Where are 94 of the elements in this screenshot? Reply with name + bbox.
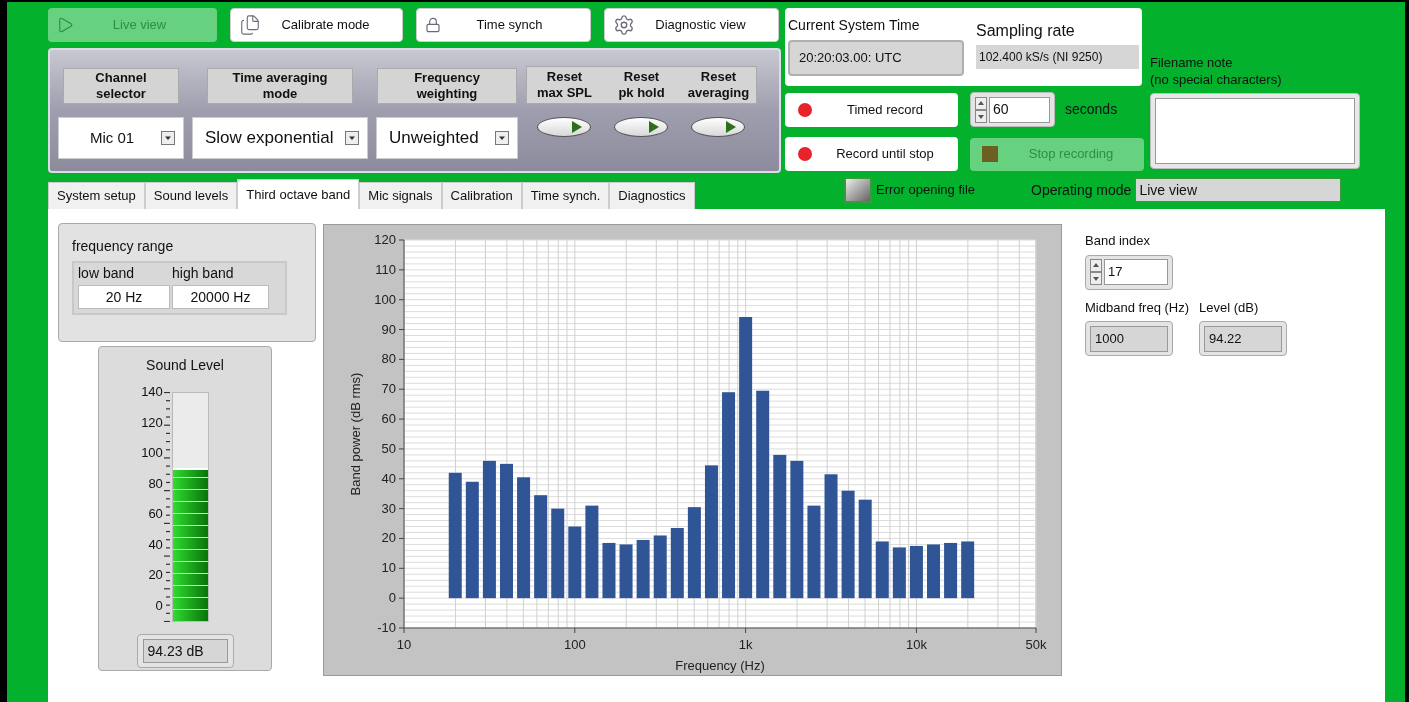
- reset-label: Reset pk hold: [618, 68, 665, 102]
- y-tick-label: 50: [381, 440, 396, 456]
- selector-dropdown[interactable]: Unweighted: [376, 117, 518, 159]
- x-tick-label: 10k: [905, 637, 927, 652]
- selector-label: Channel selector: [63, 68, 179, 104]
- level-reading: 94.23 dB: [142, 639, 228, 663]
- readout-value: 1000: [1090, 325, 1168, 352]
- reset-button[interactable]: [536, 117, 591, 137]
- reset-label: Reset averaging: [687, 68, 750, 102]
- operating-mode-display: Live view: [1135, 178, 1342, 202]
- selector-label: Time averaging mode: [207, 68, 353, 104]
- field-label: low band: [78, 264, 136, 283]
- system-time-display: 20:20:03.00: UTC: [788, 40, 964, 76]
- field-label: Operating mode: [1031, 180, 1132, 200]
- scale-label: 140: [141, 384, 163, 400]
- readout-value: 94.22: [1204, 325, 1283, 352]
- y-tick-label: 60: [381, 411, 396, 427]
- y-tick-label: 40: [381, 470, 396, 486]
- unit-label: seconds: [1065, 100, 1118, 119]
- scale-label: 0: [155, 597, 163, 614]
- duration-spinner[interactable]: 60: [970, 92, 1055, 127]
- y-tick-label: 70: [381, 381, 396, 397]
- x-tick-label: 50k: [1025, 637, 1047, 652]
- play-icon: [725, 121, 736, 133]
- settings-icon: [613, 14, 635, 36]
- chart-bar: [927, 544, 940, 599]
- tab[interactable]: Diagnostics: [609, 182, 695, 209]
- reset-button[interactable]: [613, 117, 668, 137]
- field-label: high band: [172, 264, 235, 283]
- play-icon: [571, 121, 582, 133]
- x-tick-label: 10: [396, 637, 412, 652]
- sampling-rate-display: 102.400 kS/s (NI 9250): [976, 45, 1139, 69]
- filename-note-field[interactable]: [1150, 93, 1360, 169]
- selector-label: Frequency weighting: [377, 68, 517, 104]
- meter-ticks-icon: [163, 392, 170, 622]
- chart-bar: [944, 542, 958, 599]
- tab[interactable]: Time synch.: [521, 182, 610, 209]
- scale-label: 40: [148, 536, 163, 553]
- tab[interactable]: Sound levels: [144, 182, 238, 209]
- y-tick-label: 30: [381, 500, 396, 516]
- reset-button[interactable]: [690, 117, 745, 137]
- panel-title: Sound Level: [146, 356, 224, 375]
- field-label: Level (dB): [1199, 298, 1260, 317]
- selector-dropdown[interactable]: Slow exponential: [192, 117, 368, 159]
- scale-label: 100: [141, 445, 163, 462]
- tab[interactable]: Mic signals: [359, 182, 442, 209]
- record-button[interactable]: Record until stop: [785, 137, 958, 171]
- y-tick-label: -10: [377, 620, 396, 635]
- field-label: Midband freq (Hz): [1085, 298, 1190, 317]
- x-tick-label: 1k: [738, 637, 753, 652]
- scale-label: 60: [148, 506, 163, 523]
- mode-button[interactable]: Time synch: [416, 8, 591, 42]
- mode-button[interactable]: Calibrate mode: [230, 8, 403, 42]
- tab[interactable]: Calibration: [441, 182, 522, 209]
- field-label: Filename note (no special characters): [1150, 54, 1283, 88]
- spinner-arrows-icon[interactable]: [1090, 259, 1102, 285]
- x-axis-title: Frequency (Hz): [675, 658, 765, 673]
- panel-title: frequency range: [72, 237, 175, 256]
- frequency-field[interactable]: 20 Hz: [78, 285, 170, 309]
- y-tick-label: 80: [381, 351, 396, 367]
- stop-square-icon: [982, 146, 998, 162]
- y-tick-label: 100: [374, 291, 396, 307]
- scale-label: 80: [148, 475, 163, 492]
- scale-label: 120: [141, 414, 163, 431]
- frequency-field[interactable]: 20000 Hz: [172, 285, 269, 309]
- indicator-label: Error opening file: [876, 181, 975, 200]
- y-tick-label: 20: [381, 530, 396, 546]
- x-tick-label: 100: [563, 637, 586, 652]
- record-button[interactable]: Timed record: [785, 92, 958, 127]
- selector-dropdown[interactable]: Mic 01: [58, 117, 184, 159]
- reset-label: Reset max SPL: [537, 68, 592, 102]
- tab[interactable]: System setup: [48, 182, 145, 209]
- y-tick-label: 120: [374, 232, 396, 247]
- scale-label: 20: [148, 567, 163, 584]
- document-icon: [239, 14, 261, 36]
- field-label: Current System Time: [788, 16, 921, 35]
- play-icon: [56, 16, 74, 34]
- y-tick-label: 10: [381, 560, 396, 576]
- y-axis-title: Band power (dB rms): [348, 372, 363, 496]
- play-icon: [648, 121, 659, 133]
- field-label: Sampling rate: [976, 21, 1076, 41]
- mode-button[interactable]: Diagnostic view: [604, 8, 779, 42]
- chart-bar: [602, 542, 616, 599]
- chart-bar: [961, 541, 975, 599]
- lock-icon: [425, 17, 441, 33]
- led-icon: [798, 147, 812, 161]
- band-index-spinner[interactable]: 17: [1085, 254, 1173, 290]
- y-tick-label: 0: [388, 590, 396, 606]
- y-tick-label: 110: [375, 261, 396, 277]
- y-tick-label: 90: [381, 321, 396, 337]
- spinner-arrows-icon[interactable]: [975, 96, 987, 123]
- field-label: Band index: [1085, 232, 1152, 250]
- tab[interactable]: Third octave band: [237, 179, 360, 209]
- led-icon: [798, 102, 812, 117]
